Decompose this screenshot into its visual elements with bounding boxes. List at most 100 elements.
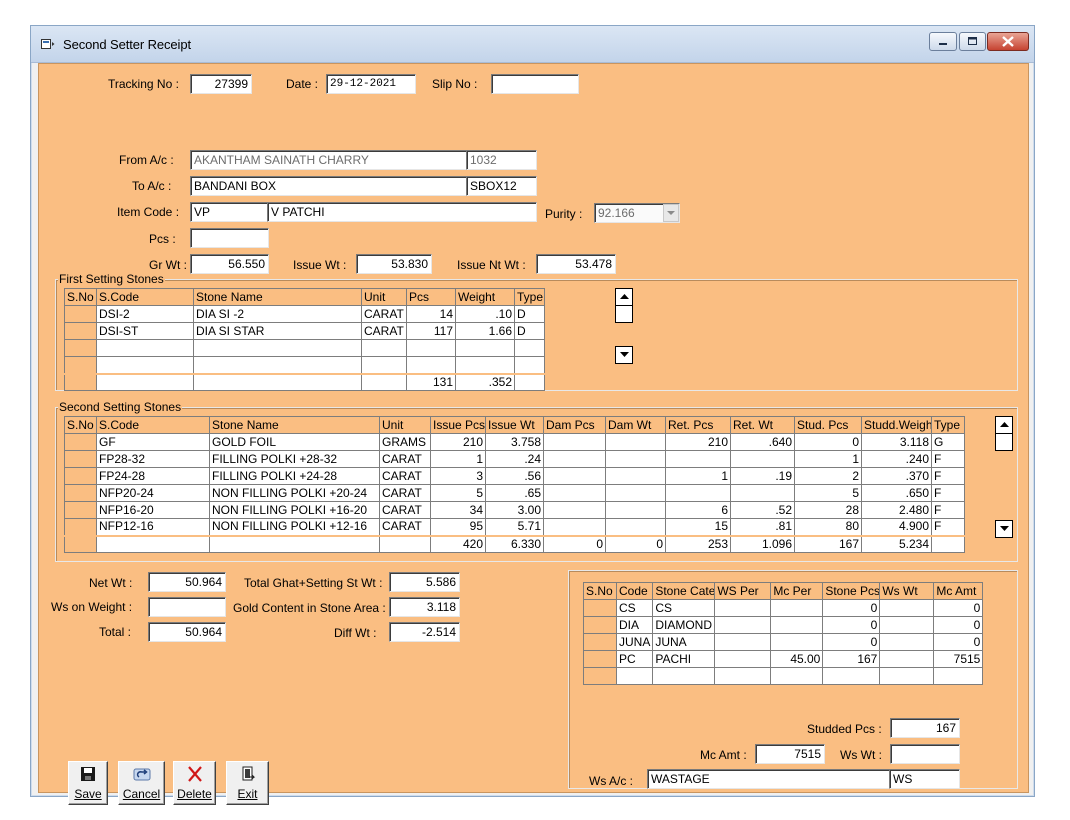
table-cell[interactable]: 0: [605, 534, 666, 553]
table-cell[interactable]: FILLING POLKI +28-32: [209, 450, 380, 468]
table-cell[interactable]: [665, 484, 731, 502]
table-cell[interactable]: GRAMS: [379, 433, 431, 451]
first-setting-grid[interactable]: S.No S.Code Stone Name Unit Pcs Weight Type DSI…: [64, 288, 545, 391]
table-cell[interactable]: [64, 339, 97, 357]
ws-wt-field[interactable]: [890, 744, 960, 764]
table-cell[interactable]: 4.900: [861, 518, 932, 536]
table-cell[interactable]: 95: [430, 518, 486, 536]
table-cell[interactable]: .81: [730, 518, 795, 536]
table-cell[interactable]: [96, 339, 194, 357]
column-header[interactable]: Ret. Wt: [730, 416, 795, 434]
table-cell[interactable]: PACHI: [652, 650, 716, 668]
table-cell[interactable]: NON FILLING POLKI +12-16: [209, 518, 380, 536]
table-cell[interactable]: [665, 450, 731, 468]
column-header[interactable]: Code: [615, 582, 654, 600]
table-cell[interactable]: CARAT: [361, 305, 407, 323]
table-cell[interactable]: F: [931, 518, 965, 536]
table-cell[interactable]: [879, 599, 935, 617]
table-cell[interactable]: CS: [615, 599, 654, 617]
scroll-thumb[interactable]: [995, 433, 1013, 451]
table-cell[interactable]: [605, 433, 666, 451]
table-cell[interactable]: [770, 616, 824, 634]
table-cell[interactable]: .56: [485, 467, 544, 485]
column-header[interactable]: Stone Pcs: [822, 582, 881, 600]
table-cell[interactable]: 131: [406, 372, 456, 391]
table-row[interactable]: PC PACHI 45.00 167 7515: [583, 650, 984, 668]
table-cell[interactable]: [193, 339, 362, 357]
table-cell[interactable]: DSI-2: [96, 305, 194, 323]
table-cell[interactable]: [770, 599, 824, 617]
table-cell[interactable]: [64, 372, 97, 391]
column-header[interactable]: Mc Per: [770, 582, 824, 600]
column-header[interactable]: Ret. Pcs: [665, 416, 731, 434]
table-cell[interactable]: [714, 633, 772, 651]
purity-dropdown-button[interactable]: [663, 204, 679, 222]
table-row[interactable]: JUNA JUNA 0 0: [583, 633, 984, 651]
from-ac-name-field[interactable]: AKANTHAM SAINATH CHARRY: [190, 150, 467, 170]
column-header[interactable]: Stone Cate: [652, 582, 716, 600]
table-cell[interactable]: 7515: [933, 650, 984, 668]
column-header[interactable]: S.Code: [96, 416, 210, 434]
column-header[interactable]: Dam Pcs: [543, 416, 606, 434]
table-cell[interactable]: DIA SI STAR: [193, 322, 362, 340]
table-cell[interactable]: 0: [822, 599, 881, 617]
table-cell[interactable]: DIAMOND: [652, 616, 716, 634]
table-row[interactable]: DIA DIAMOND 0 0: [583, 616, 984, 634]
table-cell[interactable]: [583, 667, 617, 685]
table-cell[interactable]: [730, 484, 795, 502]
table-cell[interactable]: 5: [794, 484, 862, 502]
table-cell[interactable]: [64, 484, 97, 502]
table-cell[interactable]: .352: [455, 372, 515, 391]
table-cell[interactable]: [361, 356, 407, 374]
table-cell[interactable]: CARAT: [379, 450, 431, 468]
table-cell[interactable]: [605, 501, 666, 519]
table-cell[interactable]: CARAT: [379, 467, 431, 485]
table-cell[interactable]: PC: [615, 650, 654, 668]
column-header[interactable]: Unit: [379, 416, 431, 434]
table-cell[interactable]: CARAT: [379, 518, 431, 536]
scroll-up-button[interactable]: [995, 416, 1013, 434]
table-cell[interactable]: 0: [933, 616, 984, 634]
table-cell[interactable]: 1: [794, 450, 862, 468]
total-row[interactable]: 131.352: [64, 372, 545, 391]
table-row[interactable]: DSI-2 DIA SI -2 CARAT 14.10 D: [64, 305, 545, 323]
column-header[interactable]: Pcs: [406, 288, 456, 306]
table-cell[interactable]: 420: [430, 534, 486, 553]
table-row[interactable]: FP28-32 FILLING POLKI +28-32 CARAT 1.24 1.24…: [64, 450, 965, 468]
table-cell[interactable]: [770, 667, 824, 685]
table-cell[interactable]: JUNA: [615, 633, 654, 651]
table-cell[interactable]: D: [514, 322, 545, 340]
table-row[interactable]: NFP20-24 NON FILLING POLKI +20-24 CARAT 5.6…: [64, 484, 965, 502]
scroll-up-button[interactable]: [615, 288, 633, 306]
table-cell[interactable]: GF: [96, 433, 210, 451]
title-bar[interactable]: Second Setter Receipt: [31, 26, 1034, 63]
table-cell[interactable]: NFP16-20: [96, 501, 210, 519]
table-cell[interactable]: [543, 450, 606, 468]
table-cell[interactable]: NON FILLING POLKI +16-20: [209, 501, 380, 519]
table-cell[interactable]: [64, 450, 97, 468]
column-header[interactable]: WS Per: [714, 582, 772, 600]
table-cell[interactable]: 210: [430, 433, 486, 451]
pcs-field[interactable]: [190, 228, 269, 248]
table-cell[interactable]: CARAT: [379, 484, 431, 502]
table-row[interactable]: CS CS 0 0: [583, 599, 984, 617]
second-setting-grid[interactable]: S.No S.Code Stone Name Unit Issue Pcs Issue W…: [64, 416, 965, 553]
delete-button[interactable]: Delete: [173, 761, 216, 805]
table-cell[interactable]: D: [514, 305, 545, 323]
table-cell[interactable]: [96, 372, 194, 391]
scroll-thumb[interactable]: [615, 305, 633, 323]
item-name-field[interactable]: V PATCHI: [267, 202, 537, 222]
table-cell[interactable]: 253: [665, 534, 731, 553]
column-header[interactable]: Dam Wt: [605, 416, 666, 434]
table-row[interactable]: [583, 667, 984, 685]
table-cell[interactable]: [543, 501, 606, 519]
table-cell[interactable]: F: [931, 450, 965, 468]
table-cell[interactable]: [605, 518, 666, 536]
table-row[interactable]: DSI-ST DIA SI STAR CARAT 117 1.66 D: [64, 322, 545, 340]
column-header[interactable]: Issue Pcs: [430, 416, 486, 434]
table-cell[interactable]: 5.71: [485, 518, 544, 536]
table-cell[interactable]: CARAT: [361, 322, 407, 340]
net-wt-field[interactable]: 50.964: [148, 572, 226, 592]
total-field[interactable]: 50.964: [148, 622, 226, 642]
scroll-down-button[interactable]: [615, 346, 633, 364]
